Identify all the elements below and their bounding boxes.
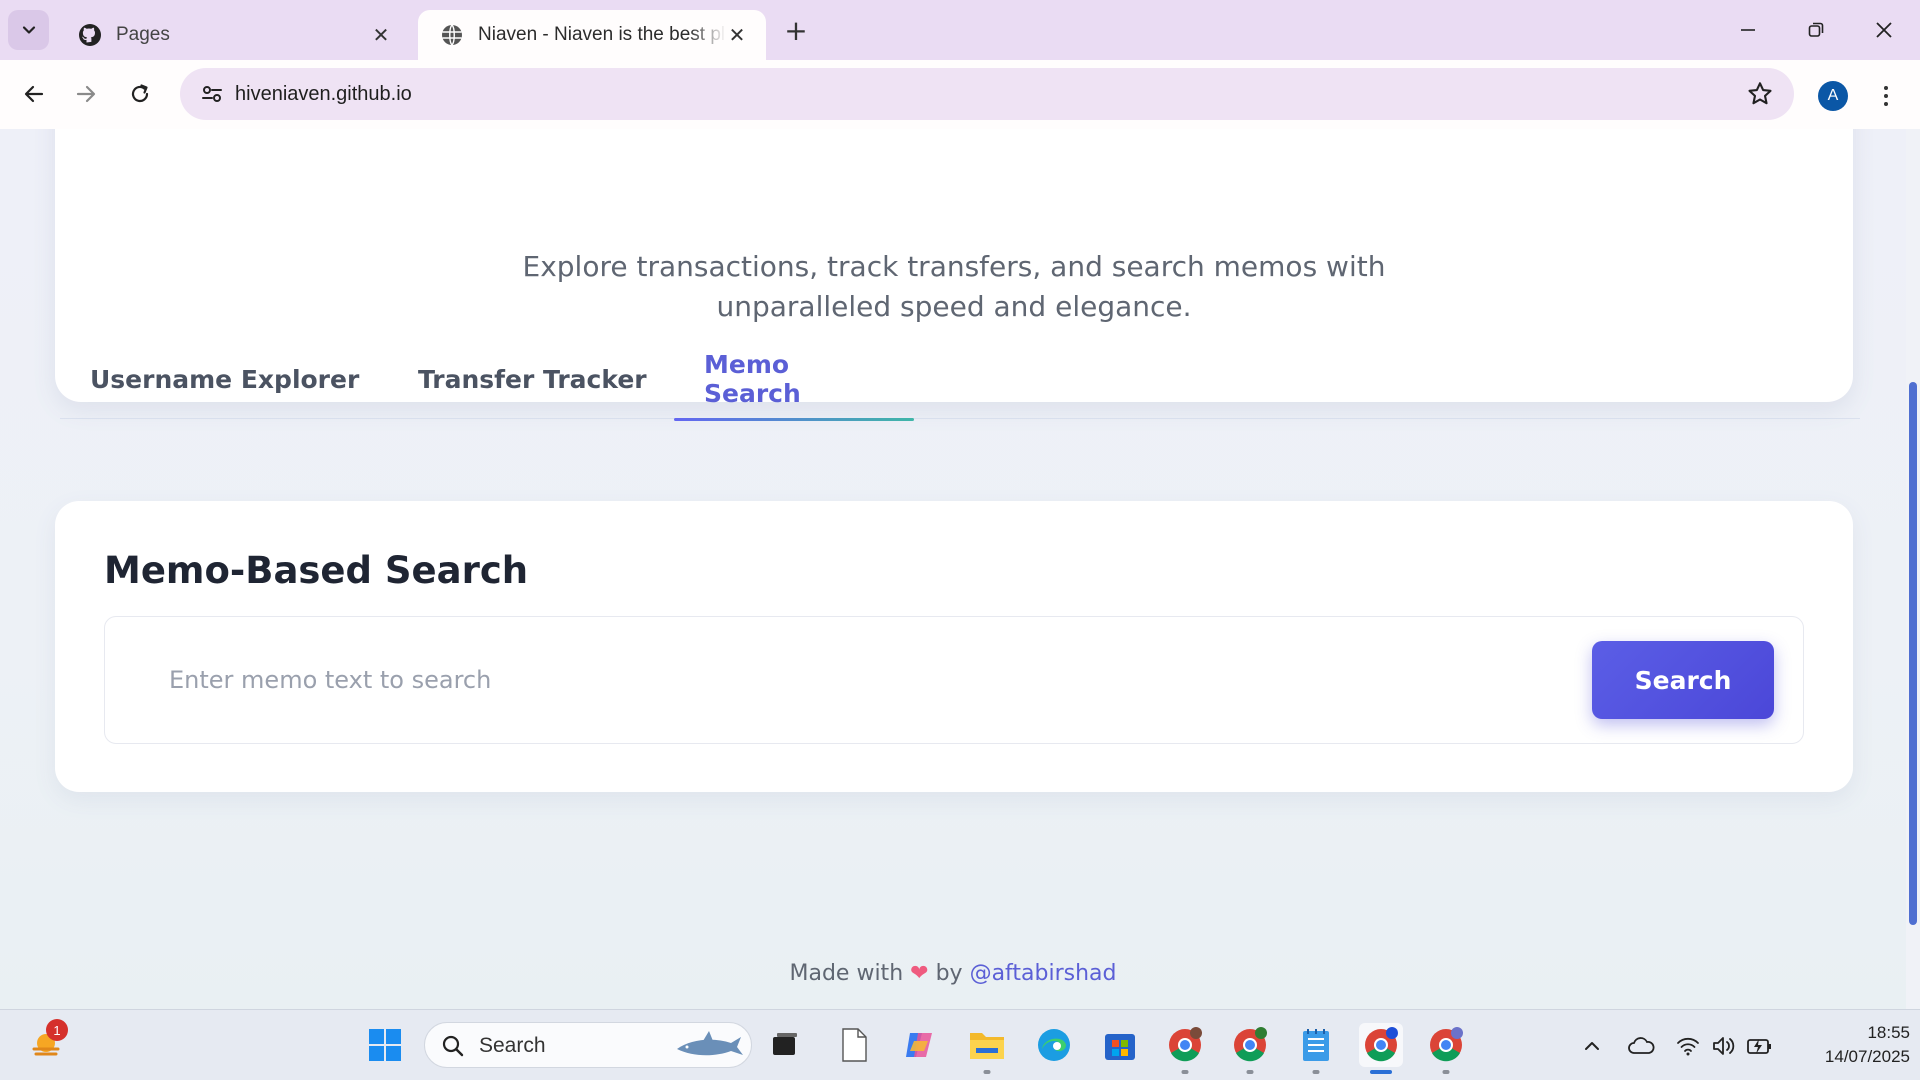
close-icon[interactable]: ✕: [726, 23, 748, 47]
shark-icon: [677, 1031, 743, 1056]
task-view-icon: [773, 1033, 797, 1055]
tab-title: Pages: [116, 24, 170, 45]
speaker-icon: [1713, 1037, 1735, 1055]
new-tab-button[interactable]: +: [780, 14, 812, 47]
tab-username-explorer[interactable]: Username Explorer: [60, 339, 389, 419]
url-text[interactable]: hiveniaven.github.io: [235, 68, 412, 120]
browser-toolbar: hiveniaven.github.io A: [0, 60, 1920, 129]
chevron-down-icon: [22, 26, 35, 34]
browser-tabstrip: Pages ✕ Niaven - Niaven is the best plat…: [0, 0, 1920, 60]
battery-charging-icon: [1747, 1039, 1771, 1054]
search-button[interactable]: Search: [1592, 641, 1774, 719]
restore-button[interactable]: [1794, 8, 1838, 52]
notepad-icon: [1303, 1029, 1329, 1061]
notification-badge: 1: [46, 1019, 68, 1041]
globe-icon: [442, 24, 462, 46]
chrome-icon: [1234, 1027, 1267, 1062]
memo-search-card: Memo-Based Search Search: [55, 501, 1853, 792]
clock-time: 18:55: [1867, 1023, 1910, 1042]
scrollbar-thumb[interactable]: [1909, 382, 1917, 925]
tab-title: Niaven - Niaven is the best platform: [478, 24, 726, 45]
site-info-button[interactable]: [194, 76, 230, 112]
arrow-left-icon: [24, 85, 44, 103]
tab-memo-search[interactable]: Memo Search: [674, 339, 914, 421]
memo-search-title: Memo-Based Search: [104, 549, 529, 592]
close-icon[interactable]: ✕: [370, 23, 392, 47]
taskbar-file[interactable]: [832, 1023, 876, 1067]
hero-subtitle-line1: Explore transactions, track transfers, a…: [522, 250, 1386, 283]
taskbar-file-explorer[interactable]: [965, 1023, 1009, 1074]
page-viewport: Explore transactions, track transfers, a…: [0, 129, 1920, 1009]
chrome-icon: [1365, 1027, 1398, 1062]
tray-battery[interactable]: [1744, 1030, 1776, 1062]
arrow-right-icon: [76, 85, 96, 103]
taskbar-search[interactable]: Search: [424, 1022, 752, 1068]
page-footer: Made with ❤ by @aftabirshad: [0, 961, 1906, 986]
page-scrollbar[interactable]: [1906, 129, 1920, 1009]
reload-icon: [131, 84, 149, 103]
taskbar-edge[interactable]: [1032, 1023, 1076, 1067]
forward-button[interactable]: [66, 74, 106, 114]
system-clock[interactable]: 18:55 14/07/2025: [1790, 1021, 1910, 1069]
profile-avatar[interactable]: A: [1818, 81, 1848, 111]
footer-prefix: Made with: [789, 961, 904, 986]
back-button[interactable]: [14, 74, 54, 114]
microsoft-store-icon: [1105, 1034, 1135, 1060]
blank-file-icon: [842, 1028, 867, 1062]
github-icon: [79, 24, 101, 46]
clock-date: 14/07/2025: [1824, 1047, 1910, 1066]
tune-icon: [202, 86, 222, 102]
windows-start-icon: [369, 1029, 401, 1061]
tray-wifi[interactable]: [1672, 1030, 1704, 1062]
reload-button[interactable]: [120, 74, 160, 114]
cloud-icon: [1628, 1037, 1655, 1054]
memo-search-form: Search: [104, 616, 1804, 744]
tray-volume[interactable]: [1708, 1030, 1740, 1062]
browser-menu-icon[interactable]: [1872, 80, 1900, 112]
taskbar-notepad[interactable]: [1294, 1023, 1338, 1074]
address-bar[interactable]: hiveniaven.github.io: [180, 68, 1794, 120]
close-window-button[interactable]: [1862, 8, 1906, 52]
minimize-icon: [1741, 29, 1755, 31]
hero-subtitle-line2: unparalleled speed and elegance.: [716, 290, 1192, 323]
taskbar-chrome-3[interactable]: [1359, 1023, 1403, 1074]
tray-onedrive[interactable]: [1625, 1030, 1657, 1062]
chevron-up-icon: [1585, 1042, 1599, 1050]
minimize-button[interactable]: [1726, 8, 1770, 52]
taskbar-chrome-1[interactable]: [1163, 1023, 1207, 1074]
search-icon: [442, 1035, 464, 1057]
heart-icon: ❤: [910, 961, 929, 986]
bookmark-star-icon[interactable]: [1746, 80, 1774, 108]
explorer-tabs: Username Explorer Transfer Tracker Memo …: [60, 339, 1860, 421]
chrome-icon: [1430, 1027, 1463, 1062]
memo-search-input[interactable]: [145, 641, 1525, 719]
taskbar-store[interactable]: [1098, 1023, 1142, 1067]
copilot-icon: [906, 1033, 932, 1057]
folder-icon: [970, 1033, 1004, 1059]
author-link[interactable]: @aftabirshad: [970, 961, 1117, 986]
close-icon: [1876, 22, 1892, 38]
tab-search-button[interactable]: [8, 10, 49, 50]
tab-transfer-tracker[interactable]: Transfer Tracker: [388, 339, 677, 419]
browser-tab-pages[interactable]: Pages ✕: [56, 10, 410, 60]
edge-icon: [1038, 1029, 1070, 1061]
wifi-icon: [1677, 1037, 1699, 1056]
restore-icon: [1808, 22, 1824, 37]
taskbar-search-label: Search: [479, 1034, 546, 1057]
taskbar-chrome-2[interactable]: [1228, 1023, 1272, 1074]
chrome-icon: [1169, 1027, 1202, 1062]
taskbar-task-view[interactable]: [763, 1023, 807, 1067]
footer-by: by: [935, 961, 963, 986]
tray-overflow-button[interactable]: [1576, 1030, 1608, 1062]
start-button[interactable]: [363, 1023, 407, 1067]
browser-tab-niaven[interactable]: Niaven - Niaven is the best platform ✕: [418, 10, 766, 60]
taskbar-chrome-4[interactable]: [1424, 1023, 1468, 1074]
hero-subtitle: Explore transactions, track transfers, a…: [55, 247, 1853, 327]
windows-taskbar: 1 Search 18:55 14/07/2025: [0, 1009, 1920, 1080]
taskbar-copilot[interactable]: [898, 1023, 942, 1067]
